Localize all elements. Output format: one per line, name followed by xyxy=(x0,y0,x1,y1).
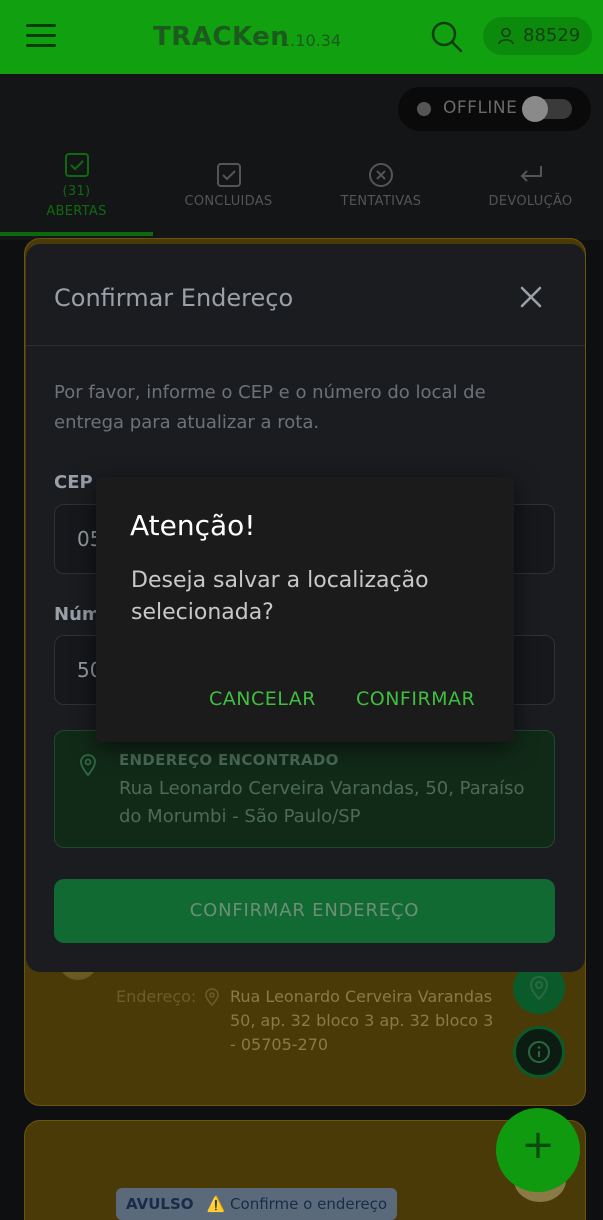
confirm-address-label: CONFIRMAR ENDEREÇO xyxy=(189,900,420,921)
tab-concluidas[interactable]: CONCLUIDAS xyxy=(153,144,304,240)
status-dot xyxy=(417,102,431,116)
menu-icon[interactable] xyxy=(26,24,56,48)
tab-count: (31) xyxy=(62,184,91,199)
add-button[interactable]: + xyxy=(496,1108,580,1192)
address-label: Endereço: xyxy=(116,987,197,1006)
info-button[interactable] xyxy=(513,1026,565,1078)
cancel-button[interactable]: CANCELAR xyxy=(209,688,316,710)
confirm-button[interactable]: CONFIRMAR xyxy=(356,688,475,710)
status-label: OFFLINE xyxy=(443,98,518,118)
modal-divider xyxy=(26,345,585,346)
found-title: ENDEREÇO ENCONTRADO xyxy=(119,751,339,769)
app-title: TRACKen xyxy=(153,22,290,52)
badge-type: AVULSO xyxy=(126,1195,194,1213)
delivery-address: Rua Leonardo Cerveira Varandas 50, ap. 3… xyxy=(230,987,494,1054)
location-pin-icon xyxy=(205,988,219,1006)
user-icon xyxy=(498,27,514,45)
tab-devolucao[interactable]: DEVOLUÇÃO xyxy=(458,144,603,240)
tab-label: CONCLUIDAS xyxy=(184,194,273,209)
tab-label: ABERTAS xyxy=(46,204,107,219)
return-arrow-icon xyxy=(520,166,542,182)
modal-description: Por favor, informe o CEP e o número do l… xyxy=(54,382,486,433)
badge-warning: ⚠️ Confirme o endereço xyxy=(206,1195,388,1213)
checkbox-icon xyxy=(64,153,89,177)
save-location-dialog: Atenção! Deseja salvar a localização sel… xyxy=(96,477,514,742)
location-pin-icon xyxy=(529,975,549,1001)
confirm-address-button[interactable]: CONFIRMAR ENDEREÇO xyxy=(54,879,555,943)
info-icon xyxy=(528,1041,550,1063)
cep-label: CEP xyxy=(54,472,93,493)
found-address-box: ENDEREÇO ENCONTRADO Rua Leonardo Cerveir… xyxy=(54,730,555,848)
close-icon[interactable] xyxy=(518,284,544,310)
user-chip[interactable]: 88529 xyxy=(483,17,592,55)
modal-title: Confirmar Endereço xyxy=(54,284,294,312)
location-pin-icon xyxy=(80,754,96,777)
found-address: Rua Leonardo Cerveira Varandas, 50, Para… xyxy=(119,778,525,827)
close-circle-icon xyxy=(369,163,393,187)
tab-label: TENTATIVAS xyxy=(340,194,422,209)
number-label: Núm xyxy=(54,604,101,625)
app-bar: TRACKen 1.10.34 88529 xyxy=(0,0,603,74)
delivery-badge: AVULSO ⚠️ Confirme o endereço xyxy=(116,1188,398,1220)
plus-icon: + xyxy=(521,1122,555,1168)
tab-bar: (31) ABERTAS CONCLUIDAS TENTATIVAS DEVOL… xyxy=(0,144,603,240)
tab-label: DEVOLUÇÃO xyxy=(488,194,573,209)
active-tab-indicator xyxy=(0,232,153,236)
online-toggle[interactable] xyxy=(522,96,572,122)
search-icon[interactable] xyxy=(430,20,464,54)
checkbox-icon xyxy=(216,163,241,187)
tab-abertas[interactable]: (31) ABERTAS xyxy=(0,144,153,240)
connection-status: OFFLINE xyxy=(398,87,591,131)
app-version: 1.10.34 xyxy=(280,31,342,50)
dialog-title: Atenção! xyxy=(130,509,256,542)
dialog-message: Deseja salvar a localização selecionada? xyxy=(131,568,429,625)
tab-tentativas[interactable]: TENTATIVAS xyxy=(304,144,458,240)
user-id: 88529 xyxy=(523,25,581,46)
